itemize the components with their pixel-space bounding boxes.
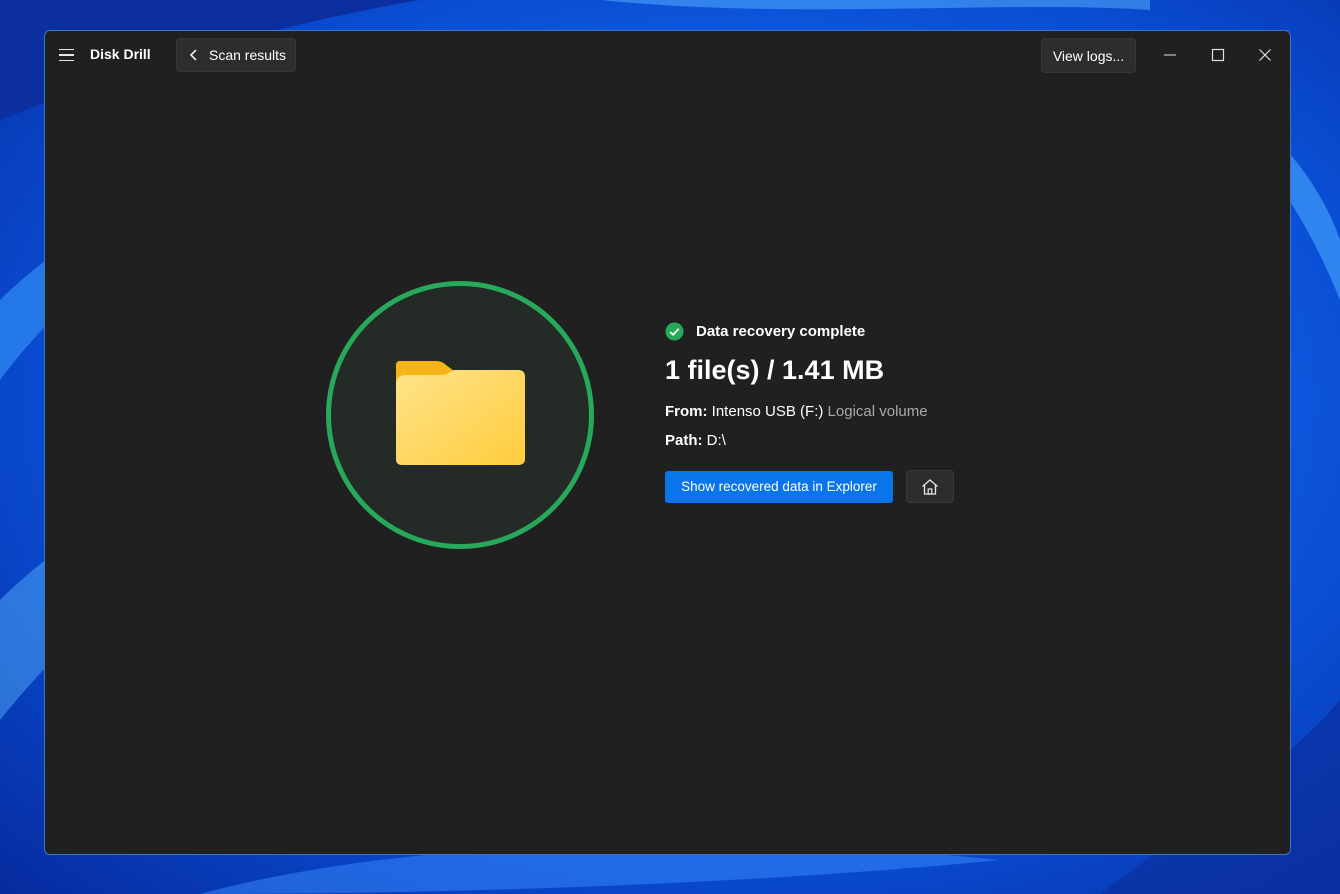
scan-results-back-button[interactable]: Scan results [176,38,296,72]
recovery-summary: Data recovery complete 1 file(s) / 1.41 … [665,321,1065,503]
view-logs-button[interactable]: View logs... [1041,38,1136,73]
action-row: Show recovered data in Explorer [665,470,1065,503]
recovered-summary-headline: 1 file(s) / 1.41 MB [665,355,885,385]
home-icon [922,478,938,495]
home-button[interactable] [906,470,954,503]
path-value: D:\ [706,432,726,449]
source-device: Intenso USB (F:) [711,403,824,420]
path-row: Path: D:\ [665,432,1065,452]
chevron-left-icon [189,49,197,61]
show-in-explorer-button[interactable]: Show recovered data in Explorer [665,470,893,503]
app-title: Disk Drill [90,46,151,62]
from-label: From: [665,403,708,420]
close-button[interactable] [1242,39,1288,71]
title-bar: Disk Drill Scan results View logs... [45,31,1290,79]
status-row: Data recovery complete [665,321,1065,341]
app-window: Disk Drill Scan results View logs... Dat… [44,30,1291,855]
minimize-button[interactable] [1147,39,1193,71]
back-button-label: Scan results [209,47,287,63]
check-circle-icon [665,321,684,341]
folder-icon [396,361,525,465]
close-icon [1259,49,1271,61]
source-type: Logical volume [827,403,928,420]
source-row: From: Intenso USB (F:) Logical volume [665,403,1065,423]
status-text: Data recovery complete [696,322,866,340]
maximize-button[interactable] [1195,39,1241,71]
path-label: Path: [665,432,703,449]
hamburger-icon[interactable] [53,41,79,69]
maximize-icon [1211,48,1225,62]
minimize-icon [1164,54,1176,56]
